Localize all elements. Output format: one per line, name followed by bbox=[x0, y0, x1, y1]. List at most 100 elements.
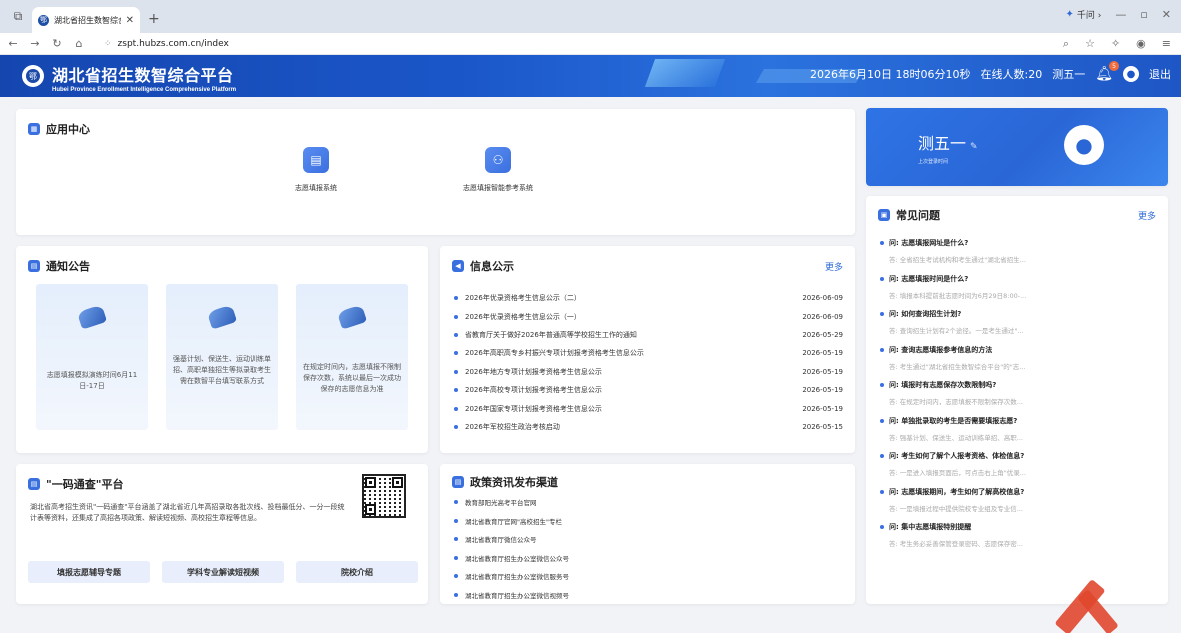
faq-item[interactable]: 问: 集中志愿填报特别提醒 答: 考生务必妥善保管登录密码、志愿保存密... bbox=[880, 522, 1158, 558]
notices-title: ▤ 通知公告 bbox=[28, 258, 90, 274]
faq-answer: 答: 填报本科提前批志愿时间为6月29日8:00-... bbox=[889, 291, 1027, 300]
guidance-topic-button[interactable]: 填报志愿辅导专题 bbox=[28, 561, 150, 583]
info-row-date: 2026-05-19 bbox=[802, 404, 843, 413]
info-title-text: 信息公示 bbox=[470, 260, 514, 273]
policy-link[interactable]: 湖北省教育厅招生办公室微信视频号 bbox=[454, 586, 569, 605]
faq-card: ▣ 常见问题 更多 问: 志愿填报网址是什么? 答: 全省招生考试机构和考生通过"… bbox=[866, 196, 1168, 604]
info-row[interactable]: 2026年优录资格考生信息公示（二） 2026-06-09 bbox=[454, 289, 843, 307]
info-row-date: 2026-05-19 bbox=[802, 367, 843, 376]
info-row[interactable]: 2026年高职高专乡村振兴专项计划报考资格考生信息公示 2026-05-19 bbox=[454, 344, 843, 362]
policy-card: ▤ 政策资讯发布渠道 教育部阳光高考平台官网 湖北省教育厅官网"高校招生"专栏 … bbox=[440, 464, 855, 604]
info-row-date: 2026-06-09 bbox=[802, 294, 843, 303]
info-more-link[interactable]: 更多 bbox=[825, 260, 843, 273]
forward-icon[interactable]: → bbox=[26, 37, 44, 50]
info-card: ◀ 信息公示 更多 2026年优录资格考生信息公示（二） 2026-06-09 2… bbox=[440, 246, 855, 453]
policy-link[interactable]: 湖北省教育厅招生办公室微信服务号 bbox=[454, 567, 569, 586]
info-row[interactable]: 2026年高校专项计划报考资格考生信息公示 2026-05-19 bbox=[454, 381, 843, 399]
onecode-title-text: "一码通查"平台 bbox=[46, 478, 124, 491]
info-row-title: 2026年优录资格考生信息公示（一） bbox=[465, 312, 581, 321]
faq-item[interactable]: 问: 志愿填报时间是什么? 答: 填报本科提前批志愿时间为6月29日8:00-..… bbox=[880, 274, 1158, 310]
faq-item[interactable]: 问: 如何查询招生计划? 答: 查询招生计划有2个途径。一是考生通过"... bbox=[880, 309, 1158, 345]
user-icon[interactable]: ● bbox=[1123, 66, 1139, 82]
last-login-label: 上次登录时间 bbox=[918, 159, 949, 165]
platform-title: 湖北省招生数智综合平台 bbox=[52, 66, 234, 85]
faq-more-link[interactable]: 更多 bbox=[1138, 209, 1156, 222]
faq-answer: 答: 在规定时间内，志愿填报不限制保存次数... bbox=[889, 398, 1023, 406]
extensions-icon[interactable]: ✧ bbox=[1111, 37, 1120, 51]
site-info-icon[interactable]: ⁘ bbox=[104, 39, 112, 49]
policy-link[interactable]: 湖北省教育厅官网"高校招生"专栏 bbox=[454, 512, 569, 531]
policy-link[interactable]: 教育部阳光高考平台官网 bbox=[454, 493, 569, 512]
faq-question: 问: 集中志愿填报特别提醒 bbox=[880, 522, 1158, 532]
info-row-title: 省教育厅关于做好2026年普通高等学校招生工作的通知 bbox=[465, 330, 637, 339]
header-status: 2026年6月10日 18时06分10秒 在线人数:20 测五一 🔔︎ 5 ● 退… bbox=[810, 61, 1171, 82]
faq-item[interactable]: 问: 志愿填报网址是什么? 答: 全省招生考试机构和考生通过"湖北省招生... bbox=[880, 238, 1158, 274]
profile-name: 测五一 ✎ bbox=[918, 134, 978, 153]
policy-link[interactable]: 湖北省教育厅微信公众号 bbox=[454, 530, 569, 549]
site-favicon-icon: 鄂 bbox=[38, 14, 49, 26]
edit-icon[interactable]: ✎ bbox=[970, 142, 978, 152]
restore-icon[interactable]: ▫ bbox=[1140, 8, 1147, 21]
zoom-icon[interactable]: ⌕ bbox=[1063, 37, 1069, 51]
bookmark-star-icon[interactable]: ☆ bbox=[1085, 37, 1095, 51]
college-intro-button[interactable]: 院校介绍 bbox=[296, 561, 418, 583]
notice-card[interactable]: 志愿填报模拟演练时间6月11日-17日 bbox=[36, 284, 148, 430]
info-row-date: 2026-05-15 bbox=[802, 422, 843, 431]
reload-icon[interactable]: ↻ bbox=[48, 37, 66, 50]
info-title: ◀ 信息公示 bbox=[452, 258, 514, 274]
notice-card[interactable]: 强基计划、保送生、运动训练单招、高职单独招生等拟录取考生需在数智平台填写联系方式 bbox=[166, 284, 278, 430]
back-icon[interactable]: ← bbox=[4, 37, 22, 50]
info-row[interactable]: 2026年军校招生政治考核启动 2026-05-15 bbox=[454, 418, 843, 436]
window-close-icon[interactable]: ✕ bbox=[1162, 8, 1171, 21]
info-row-date: 2026-05-19 bbox=[802, 349, 843, 358]
faq-icon: ▣ bbox=[878, 209, 890, 221]
address-bar-actions: ⌕ ☆ ✧ ◉ ≡ bbox=[1063, 37, 1171, 51]
home-icon[interactable]: ⌂ bbox=[70, 37, 88, 50]
faq-title-text: 常见问题 bbox=[896, 209, 940, 222]
faq-question: 问: 志愿填报时间是什么? bbox=[880, 274, 1158, 284]
qianwen-button[interactable]: ✦ 千问 › bbox=[1065, 8, 1101, 21]
faq-item[interactable]: 问: 填报时有志愿保存次数限制吗? 答: 在规定时间内，志愿填报不限制保存次数..… bbox=[880, 380, 1158, 416]
faq-question: 问: 志愿填报网址是什么? bbox=[880, 238, 1158, 248]
browser-tab[interactable]: 鄂 湖北省招生数智综合 ✕ bbox=[32, 7, 140, 33]
info-row[interactable]: 2026年优录资格考生信息公示（一） 2026-06-09 bbox=[454, 307, 843, 325]
notices-card: ▤ 通知公告 志愿填报模拟演练时间6月11日-17日 强基计划、保送生、运动训练… bbox=[16, 246, 428, 453]
notification-bell-icon[interactable]: 🔔︎ 5 bbox=[1095, 61, 1119, 82]
faq-item[interactable]: 问: 志愿填报期间，考生如何了解高校信息? 答: 一是填报过程中提供院校专业组及专… bbox=[880, 487, 1158, 523]
url-field[interactable]: ⁘ zspt.hubzs.com.cn/index bbox=[104, 39, 229, 49]
logout-button[interactable]: 退出 bbox=[1149, 66, 1171, 82]
header-decoration bbox=[644, 59, 726, 87]
avatar[interactable]: ● bbox=[1064, 125, 1104, 165]
close-tab-icon[interactable]: ✕ bbox=[126, 15, 134, 26]
notice-card[interactable]: 在规定时间内，志愿填报不限制保存次数，系统以最后一次成功保存的志愿信息为准 bbox=[296, 284, 408, 430]
app-volunteer-system[interactable]: ▤ 志愿填报系统 bbox=[286, 147, 346, 193]
ai-people-icon: ⚇ bbox=[485, 147, 511, 173]
policy-icon: ▤ bbox=[452, 476, 464, 488]
faq-list: 问: 志愿填报网址是什么? 答: 全省招生考试机构和考生通过"湖北省招生... 问… bbox=[880, 238, 1158, 558]
info-row-title: 2026年军校招生政治考核启动 bbox=[465, 422, 560, 431]
app-smart-reference-system[interactable]: ⚇ 志愿填报智能参考系统 bbox=[448, 147, 548, 193]
faq-item[interactable]: 问: 考生如何了解个人报考资格、体检信息? 答: 一是进入填报页面后，可点击右上角… bbox=[880, 451, 1158, 487]
policy-title-text: 政策资讯发布渠道 bbox=[470, 476, 558, 489]
faq-item[interactable]: 问: 单独批录取的考生是否需要填报志愿? 答: 强基计划、保送生、运动训练单招、高… bbox=[880, 416, 1158, 452]
megaphone-icon bbox=[206, 304, 238, 330]
faq-question: 问: 志愿填报期间，考生如何了解高校信息? bbox=[880, 487, 1158, 497]
app-label: 志愿填报系统 bbox=[295, 184, 337, 192]
new-tab-button[interactable]: + bbox=[148, 11, 160, 27]
faq-question: 问: 单独批录取的考生是否需要填报志愿? bbox=[880, 416, 1158, 426]
policy-link[interactable]: 湖北省教育厅招生办公室微信公众号 bbox=[454, 549, 569, 568]
minimize-icon[interactable]: — bbox=[1115, 8, 1126, 21]
profile-icon[interactable]: ◉ bbox=[1136, 37, 1146, 51]
info-row[interactable]: 2026年地方专项计划报考资格考生信息公示 2026-05-19 bbox=[454, 363, 843, 381]
faq-item[interactable]: 问: 查询志愿填报参考信息的方法 答: 考生通过"湖北省招生数智综合平台"的"志.… bbox=[880, 345, 1158, 381]
header-username[interactable]: 测五一 bbox=[1052, 66, 1085, 82]
sidebar-toggle-icon[interactable]: ⧉ bbox=[6, 4, 30, 28]
info-row[interactable]: 省教育厅关于做好2026年普通高等学校招生工作的通知 2026-05-29 bbox=[454, 326, 843, 344]
current-datetime: 2026年6月10日 18时06分10秒 bbox=[810, 68, 971, 81]
menu-icon[interactable]: ≡ bbox=[1162, 37, 1171, 51]
faq-question: 问: 查询志愿填报参考信息的方法 bbox=[880, 345, 1158, 355]
onecode-description: 湖北省高考招生资讯"一码通查"平台涵盖了湖北省近几年高招录取各批次线、投档最低分… bbox=[30, 503, 345, 522]
major-video-button[interactable]: 学科专业解读短视频 bbox=[162, 561, 284, 583]
info-row[interactable]: 2026年国家专项计划报考资格考生信息公示 2026-05-19 bbox=[454, 399, 843, 417]
faq-answer: 答: 全省招生考试机构和考生通过"湖北省招生... bbox=[889, 256, 1026, 264]
